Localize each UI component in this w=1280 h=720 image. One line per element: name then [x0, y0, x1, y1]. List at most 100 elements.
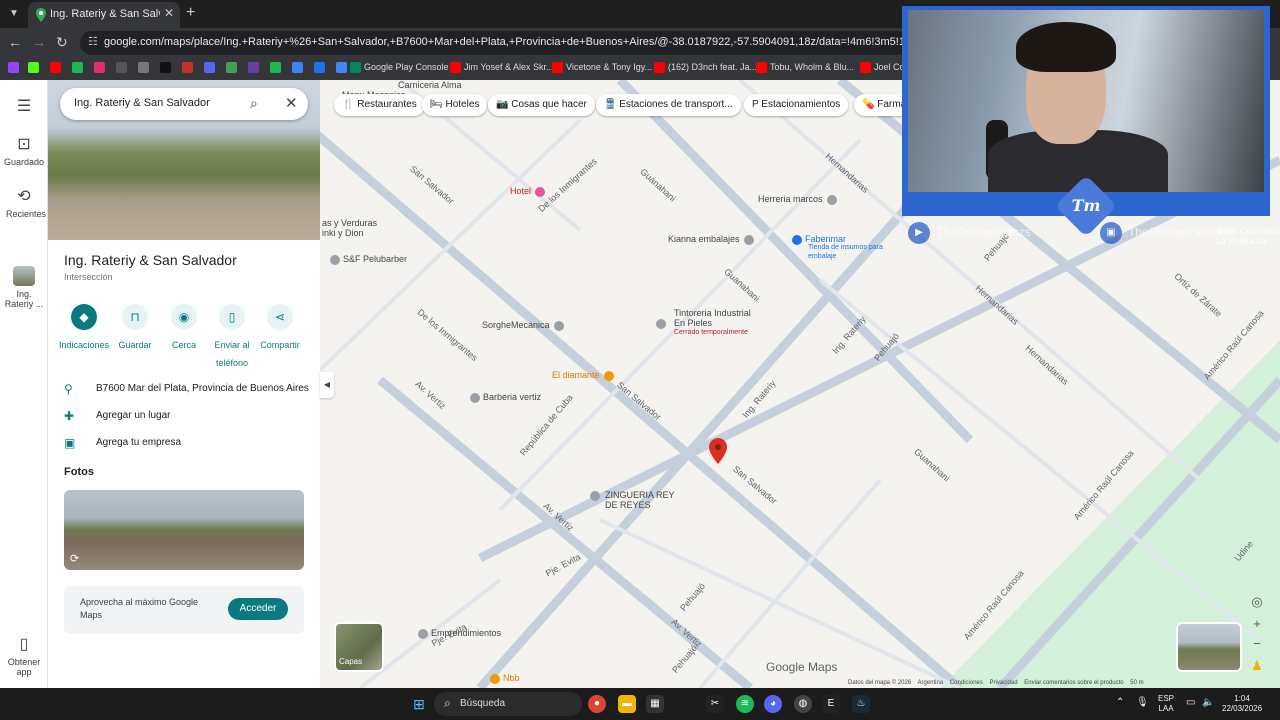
footer-terms[interactable]: Condiciones [950, 680, 983, 686]
tab-close-icon[interactable]: ✕ [164, 6, 174, 20]
poi-tintoreria[interactable] [656, 318, 669, 329]
display-icon[interactable]: ▭ [1186, 698, 1195, 708]
bookmark-joel[interactable]: Joel Co [860, 62, 905, 74]
directions-button[interactable]: ◆ Indicaciones [58, 304, 110, 353]
search-input[interactable]: Ing. Rateriy & San Salvador [74, 97, 210, 109]
bookmark-icon[interactable] [336, 62, 350, 74]
bookmark-icon[interactable] [182, 62, 196, 74]
poi-taller[interactable]: Taller Customizados [1216, 226, 1280, 236]
file-explorer-icon[interactable]: ▬ [618, 695, 636, 713]
bookmark-icon[interactable] [204, 62, 218, 74]
poi-barberia[interactable]: Barberia vertiz [470, 392, 541, 403]
rail-get-app[interactable]: ▯ Obtener app [0, 634, 48, 677]
poi-el-diamante[interactable]: El diamante [552, 370, 617, 381]
send-to-phone-button[interactable]: ▯ Enviar al teléfono [206, 304, 258, 371]
bookmark-icon[interactable] [270, 62, 284, 74]
reload-icon[interactable]: ↻ [56, 34, 68, 51]
bookmark-tobu[interactable]: Tobu, Wholm & Blu... [756, 62, 854, 74]
bookmark-icon[interactable] [160, 62, 174, 74]
obs-icon[interactable]: ◍ [794, 695, 812, 713]
store-icon[interactable]: ▦ [646, 695, 664, 713]
share-button[interactable]: ⋖ Compartir [254, 304, 306, 353]
bookmark-icon[interactable] [28, 62, 42, 74]
new-tab-icon[interactable]: + [186, 4, 195, 22]
footer-privacy[interactable]: Privacidad [990, 680, 1018, 686]
poi-carniceria[interactable]: Carniceria Alma [398, 80, 462, 90]
my-location-icon[interactable]: ◎ [1248, 594, 1266, 610]
poi-herreria[interactable]: Herreria marcos [758, 194, 840, 205]
windows-start-icon[interactable]: ⊞ [410, 695, 428, 713]
save-button[interactable]: ⊓ Guardar [109, 304, 161, 353]
poi-hotel[interactable]: Hotel [510, 186, 548, 197]
microphone-icon[interactable]: 🎙 [1136, 698, 1149, 708]
bookmark-icon[interactable] [226, 62, 240, 74]
pegman-icon[interactable]: ♟ [1248, 658, 1266, 674]
bookmark-icon[interactable] [50, 62, 64, 74]
bookmark-icon[interactable] [138, 62, 152, 74]
volume-icon[interactable]: 🔈 [1202, 698, 1214, 708]
chip-cosas-que-hacer[interactable]: 📷 Cosas que hacer [488, 94, 595, 116]
bookmark-d3nch[interactable]: (162) D3nch feat. Ja... [654, 62, 757, 74]
street-view-photo[interactable]: ⟳ [64, 490, 304, 570]
steam-icon[interactable]: ♨ [852, 695, 870, 713]
poi-label: Kianna embalajes [668, 234, 740, 244]
address-bar[interactable]: ☷ google.com/maps/place/Ing.+Rateriy+%26… [80, 31, 910, 55]
back-icon[interactable]: ← [8, 34, 22, 50]
poi-sf-pelubarber[interactable]: S&F Pelubarber [330, 254, 407, 265]
taskbar-search[interactable]: ⌕ Búsqueda [434, 692, 582, 716]
discord-icon[interactable]: ◕ [764, 695, 782, 713]
bookmark-vicetone[interactable]: Vicetone & Tony Igy... [552, 62, 652, 74]
scale-label[interactable]: 50 m [1130, 680, 1143, 686]
zoom-out-button[interactable]: − [1248, 636, 1266, 651]
poi-verduras-2[interactable]: inki y Dion [322, 228, 364, 238]
poi-label: SorgheMecanica [482, 320, 550, 330]
chip-estacionamientos[interactable]: P Estacionamientos [744, 94, 849, 116]
active-tab[interactable]: Ing. Rateriy & San Salvador - G ✕ [28, 2, 180, 28]
bookmark-jim-yosef[interactable]: Jim Yosef & Alex Skr... [450, 62, 554, 74]
tray-overflow-icon[interactable]: ⌃ [1116, 698, 1124, 708]
zoom-in-button[interactable]: + [1248, 616, 1266, 631]
spotify-icon[interactable]: ≋ [736, 695, 754, 713]
site-info-icon[interactable]: ☷ [88, 35, 98, 48]
collapse-panel-button[interactable]: ◀ [320, 372, 334, 398]
poi-taller-2[interactable]: La Bonita sa [1216, 236, 1266, 246]
menu-icon[interactable]: ☰ [0, 96, 48, 119]
chip-estaciones[interactable]: 🚆 Estaciones de transport... [596, 94, 741, 116]
clock[interactable]: 1:04 22/03/2026 [1222, 694, 1262, 714]
footer-country[interactable]: Argentina [917, 680, 943, 686]
poi-sorghe[interactable]: SorgheMecanica [482, 320, 567, 331]
search-box[interactable]: Ing. Rateriy & San Salvador ⌕ ✕ [60, 88, 308, 120]
layers-button[interactable]: Capas [334, 622, 384, 672]
poi-verduras[interactable]: as y Verduras [322, 218, 377, 228]
street-view-thumbnail[interactable] [1176, 622, 1242, 672]
rail-saved[interactable]: ⊡ Guardado [0, 134, 48, 167]
bookmark-icon[interactable] [248, 62, 262, 74]
url-text[interactable]: google.com/maps/place/Ing.+Rateriy+%26+S… [104, 36, 904, 48]
signin-button[interactable]: Acceder [228, 598, 288, 620]
close-icon[interactable]: ✕ [285, 94, 298, 112]
chip-restaurantes[interactable]: 🍴 Restaurantes [334, 94, 425, 116]
chip-hoteles[interactable]: 🛏 Hoteles [422, 94, 488, 116]
rail-pinned-place[interactable]: Ing. Rateriy ... [0, 266, 48, 309]
poi-zingueria[interactable] [590, 490, 603, 501]
bookmark-icon[interactable] [314, 62, 328, 74]
chrome-icon[interactable]: ● [588, 695, 606, 713]
bookmark-icon[interactable] [72, 62, 86, 74]
bookmark-icon[interactable] [8, 62, 22, 74]
nearby-button[interactable]: ◉ Cerca [158, 304, 210, 353]
epic-games-icon[interactable]: E [822, 695, 840, 713]
poi-kianna[interactable]: Kianna embalajes [668, 234, 757, 245]
tab-search-icon[interactable]: ▼ [6, 6, 22, 22]
language-indicator[interactable]: ESP LAA [1158, 694, 1174, 714]
footer-feedback[interactable]: Enviar comentarios sobre el producto [1024, 680, 1123, 686]
bookmark-google-play[interactable]: Google Play Console [350, 62, 449, 74]
rail-recent[interactable]: ⟲ Recientes [0, 186, 48, 219]
bookmark-icon[interactable] [94, 62, 108, 74]
forward-icon[interactable]: → [32, 34, 46, 50]
bookmark-icon[interactable] [292, 62, 306, 74]
capcut-icon[interactable]: ✂ [706, 695, 724, 713]
rail-label: Obtener app [7, 657, 41, 677]
search-icon[interactable]: ⌕ [250, 95, 258, 112]
poi-nbb[interactable]: Nbb [490, 673, 520, 684]
bookmark-icon[interactable] [116, 62, 130, 74]
